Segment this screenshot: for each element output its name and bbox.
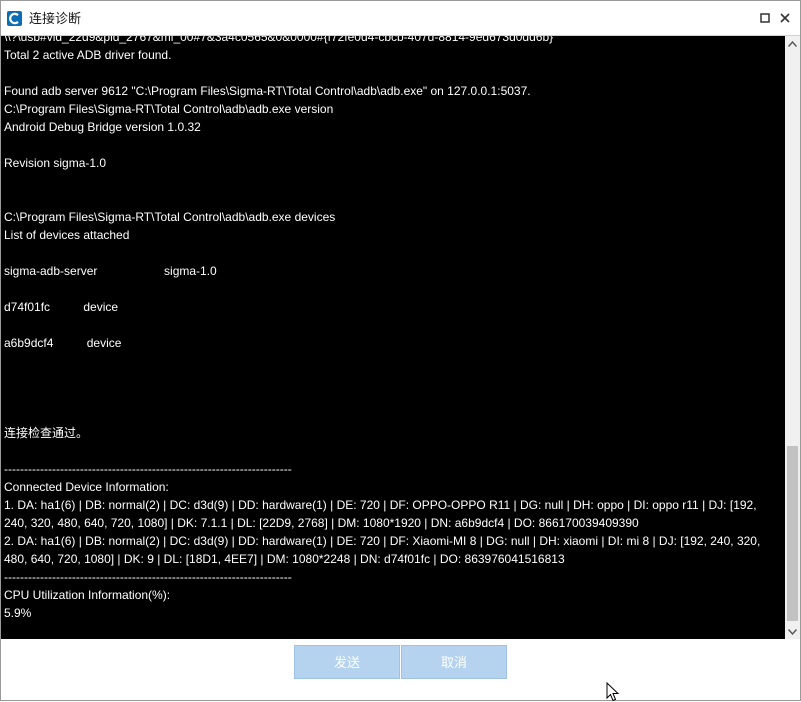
console-line: 连接检查通过。 <box>4 426 89 440</box>
console-line: ----------------------------------------… <box>4 462 292 476</box>
title-bar: 连接诊断 <box>1 1 800 36</box>
diagnostic-window: 连接诊断 \\?\usb#vid_22d9&pid_2767&mi_00#7&3… <box>0 0 801 701</box>
maximize-button[interactable] <box>756 9 774 27</box>
console-line: List of devices attached <box>4 228 130 242</box>
scroll-thumb[interactable] <box>787 446 798 621</box>
scroll-up-button[interactable] <box>785 36 800 51</box>
console-line: 5.9% <box>4 606 32 620</box>
dialog-footer: 发送 取消 <box>1 639 800 700</box>
console-line: Connected Device Information: <box>4 480 169 494</box>
console-line: \\?\usb#vid_22d9&pid_2767&mi_00#7&3a4c05… <box>4 36 554 44</box>
console-line: 1. DA: ha1(6) | DB: normal(2) | DC: d3d(… <box>4 498 760 530</box>
console-text: \\?\usb#vid_22d9&pid_2767&mi_00#7&3a4c05… <box>4 36 774 622</box>
window-title: 连接诊断 <box>29 11 82 26</box>
console-line: C:\Program Files\Sigma-RT\Total Control\… <box>4 102 334 116</box>
scroll-down-icon <box>788 628 797 635</box>
maximize-icon <box>760 13 770 23</box>
console-line: d74f01fc device <box>4 300 119 314</box>
console-line: C:\Program Files\Sigma-RT\Total Control\… <box>4 210 336 224</box>
scroll-down-button[interactable] <box>785 624 800 639</box>
cancel-button[interactable]: 取消 <box>401 645 507 679</box>
console-line: Android Debug Bridge version 1.0.32 <box>4 120 201 134</box>
scroll-up-icon <box>788 40 797 47</box>
console-output[interactable]: \\?\usb#vid_22d9&pid_2767&mi_00#7&3a4c05… <box>1 36 785 639</box>
console-line: ----------------------------------------… <box>4 570 292 584</box>
console-line: 2. DA: ha1(6) | DB: normal(2) | DC: d3d(… <box>4 534 764 566</box>
close-button[interactable] <box>776 9 794 27</box>
console-line: CPU Utilization Information(%): <box>4 588 171 602</box>
vertical-scrollbar[interactable] <box>785 36 800 639</box>
send-button[interactable]: 发送 <box>294 645 400 679</box>
console-line: Revision sigma-1.0 <box>4 156 107 170</box>
console-line: sigma-adb-server sigma-1.0 <box>4 264 217 278</box>
console-line: a6b9dcf4 device <box>4 336 122 350</box>
console-line: Total 2 active ADB driver found. <box>4 48 172 62</box>
mouse-cursor-icon <box>606 682 620 702</box>
close-icon <box>780 13 790 23</box>
console-line: Found adb server 9612 "C:\Program Files\… <box>4 84 531 98</box>
app-icon <box>7 11 22 26</box>
